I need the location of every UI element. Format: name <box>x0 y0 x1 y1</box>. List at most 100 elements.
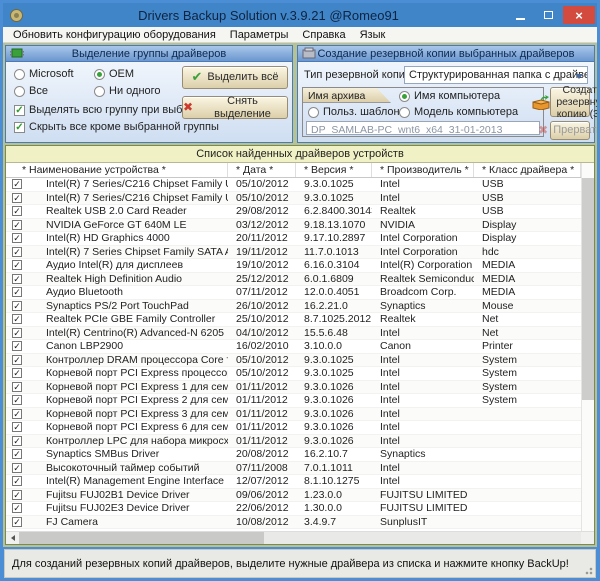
menu-language[interactable]: Язык <box>353 28 393 42</box>
row-checkbox[interactable]: ✓ <box>12 193 22 203</box>
table-row[interactable]: ✓Canon LBP290016/02/20103.10.0.0CanonPri… <box>6 340 594 354</box>
radio-oem[interactable]: OEM <box>94 68 134 80</box>
menu-options[interactable]: Параметры <box>223 28 296 42</box>
table-row[interactable]: ✓Realtek USB 2.0 Card Reader29/08/20126.… <box>6 205 594 219</box>
row-checkbox[interactable]: ✓ <box>12 476 22 486</box>
create-backup-button[interactable]: Создать резервную копию (31) <box>550 87 590 117</box>
vertical-scrollbar[interactable] <box>581 163 594 531</box>
row-checkbox[interactable]: ✓ <box>12 220 22 230</box>
row-checkbox[interactable]: ✓ <box>12 436 22 446</box>
table-row[interactable]: ✓Аудио Bluetooth07/11/201212.0.0.4051Bro… <box>6 286 594 300</box>
close-icon[interactable]: × <box>563 6 595 24</box>
horizontal-scrollbar[interactable] <box>6 531 594 544</box>
table-row[interactable]: ✓Intel(R) Centrino(R) Advanced-N 620504/… <box>6 327 594 341</box>
table-row[interactable]: ✓Intel(R) 7 Series Chipset Family SATA A… <box>6 246 594 260</box>
column-header-driver-class[interactable]: * Класс драйвера * <box>474 163 581 177</box>
table-row[interactable]: ✓Контроллер DRAM процессора Core третьег… <box>6 354 594 368</box>
table-row[interactable]: ✓Fujitsu FUJ02E3 Device Driver22/06/2012… <box>6 502 594 516</box>
radio-microsoft[interactable]: Microsoft <box>14 68 74 80</box>
table-row[interactable]: ✓ Контроллер LPC для набора микросхем Int… <box>6 435 594 449</box>
h-scroll-thumb[interactable] <box>19 532 264 544</box>
row-checkbox[interactable]: ✓ <box>12 517 22 527</box>
table-row[interactable]: ✓Intel(R) 7 Series/C216 Chipset Family U… <box>6 192 594 206</box>
row-checkbox[interactable]: ✓ <box>12 328 22 338</box>
row-checkbox[interactable]: ✓ <box>12 274 22 284</box>
cell-vendor: Intel <box>372 327 474 339</box>
cell-device-name: Контроллер LPC для набора микросхем Inte… <box>36 435 228 447</box>
radio-computer-name[interactable]: Имя компьютера <box>399 90 500 102</box>
table-row[interactable]: ✓Корневой порт PCI Express процессора Co… <box>6 367 594 381</box>
cell-driver-class: System <box>474 381 568 393</box>
table-row[interactable]: ✓Intel(R) Management Engine Interface12/… <box>6 475 594 489</box>
menu-update-hardware-config[interactable]: Обновить конфигурацию оборудования <box>6 28 223 42</box>
menu-help[interactable]: Справка <box>295 28 352 42</box>
table-row[interactable]: ✓Корневой порт PCI Express 2 для семейст… <box>6 394 594 408</box>
row-checkbox[interactable]: ✓ <box>12 179 22 189</box>
radio-none[interactable]: Ни одного <box>94 85 161 97</box>
column-header-date[interactable]: * Дата * <box>228 163 296 177</box>
table-row[interactable]: ✓Fujitsu FUJ02B1 Device Driver09/06/2012… <box>6 489 594 503</box>
archive-name-tab: Имя архива <box>303 88 391 103</box>
h-scroll-track[interactable] <box>264 532 581 544</box>
table-row[interactable]: ✓NVIDIA GeForce GT 640M LE03/12/20129.18… <box>6 219 594 233</box>
table-row[interactable]: ✓FJ Camera10/08/20123.4.9.7SunplusIT <box>6 516 594 530</box>
scroll-left-icon[interactable] <box>6 532 19 544</box>
radio-user-template[interactable]: Польз. шаблон <box>308 106 400 118</box>
cell-vendor: Intel Corporation <box>372 246 474 258</box>
row-checkbox[interactable]: ✓ <box>12 247 22 257</box>
table-row[interactable]: ✓Synaptics PS/2 Port TouchPad26/10/20121… <box>6 300 594 314</box>
row-checkbox[interactable]: ✓ <box>12 409 22 419</box>
maximize-icon[interactable] <box>535 6 562 24</box>
column-header-vendor[interactable]: * Производитель * <box>372 163 474 177</box>
cell-device-name: Аудио Intel(R) для дисплеев <box>36 259 228 271</box>
table-row[interactable]: ✓Корневой порт PCI Express 3 для семейст… <box>6 408 594 422</box>
row-checkbox[interactable]: ✓ <box>12 314 22 324</box>
minimize-icon[interactable] <box>507 6 534 24</box>
row-checkbox[interactable]: ✓ <box>12 341 22 351</box>
select-all-button[interactable]: ✔ Выделить всё <box>182 66 288 89</box>
v-scroll-thumb[interactable] <box>582 178 594 400</box>
table-row[interactable]: ✓Корневой порт PCI Express 6 для семейст… <box>6 421 594 435</box>
row-checkbox[interactable]: ✓ <box>12 395 22 405</box>
radio-label: Польз. шаблон <box>323 106 400 118</box>
table-row[interactable]: ✓Intel(R) 7 Series/C216 Chipset Family U… <box>6 178 594 192</box>
table-row[interactable]: ✓Intel(R) HD Graphics 400020/11/20129.17… <box>6 232 594 246</box>
column-header-version[interactable]: * Версия * <box>296 163 372 177</box>
checkbox-hide-other-groups[interactable]: ✓ Скрыть все кроме выбранной группы <box>14 121 219 133</box>
x-icon: ✖ <box>538 124 548 138</box>
archive-name-input[interactable]: DP_SAMLAB-PC_wnt6_x64_31-01-2013 <box>306 121 540 135</box>
row-checkbox[interactable]: ✓ <box>12 287 22 297</box>
resize-grip[interactable] <box>583 565 593 575</box>
chevron-down-icon <box>575 74 583 79</box>
row-checkbox[interactable]: ✓ <box>12 422 22 432</box>
row-checkbox[interactable]: ✓ <box>12 260 22 270</box>
row-checkbox-cell: ✓ <box>6 247 36 257</box>
cell-device-name: Высокоточный таймер событий <box>36 462 228 474</box>
table-row[interactable]: ✓Realtek High Definition Audio25/12/2012… <box>6 273 594 287</box>
table-row[interactable]: ✓Аудио Intel(R) для дисплеев19/10/20126.… <box>6 259 594 273</box>
row-checkbox[interactable]: ✓ <box>12 233 22 243</box>
row-checkbox[interactable]: ✓ <box>12 355 22 365</box>
abort-button[interactable]: ✖ Прервать <box>550 121 590 140</box>
table-row[interactable]: ✓Корневой порт PCI Express 1 для семейст… <box>6 381 594 395</box>
row-checkbox[interactable]: ✓ <box>12 301 22 311</box>
backup-type-select[interactable]: Структурированная папка с драйверами <box>404 66 588 84</box>
row-checkbox-cell: ✓ <box>6 301 36 311</box>
row-checkbox[interactable]: ✓ <box>12 449 22 459</box>
cell-vendor: Intel <box>372 462 474 474</box>
row-checkbox[interactable]: ✓ <box>12 206 22 216</box>
row-checkbox[interactable]: ✓ <box>12 382 22 392</box>
checkbox-select-whole-group[interactable]: ✓ Выделять всю группу при выборе <box>14 104 201 116</box>
table-row[interactable]: ✓Высокоточный таймер событий07/11/20087.… <box>6 462 594 476</box>
row-checkbox[interactable]: ✓ <box>12 503 22 513</box>
row-checkbox[interactable]: ✓ <box>12 490 22 500</box>
table-row[interactable]: ✓Synaptics SMBus Driver20/08/201216.2.10… <box>6 448 594 462</box>
table-row[interactable]: ✓Realtek PCIe GBE Family Controller25/10… <box>6 313 594 327</box>
row-checkbox[interactable]: ✓ <box>12 463 22 473</box>
radio-all[interactable]: Все <box>14 85 48 97</box>
row-checkbox[interactable]: ✓ <box>12 368 22 378</box>
deselect-button[interactable]: ✖ Снять выделение <box>182 96 288 119</box>
column-header-device-name[interactable]: * Наименование устройства * <box>6 163 228 177</box>
radio-computer-model[interactable]: Модель компьютера <box>399 106 518 118</box>
panel-title: Создание резервной копии выбранных драйв… <box>317 48 574 60</box>
